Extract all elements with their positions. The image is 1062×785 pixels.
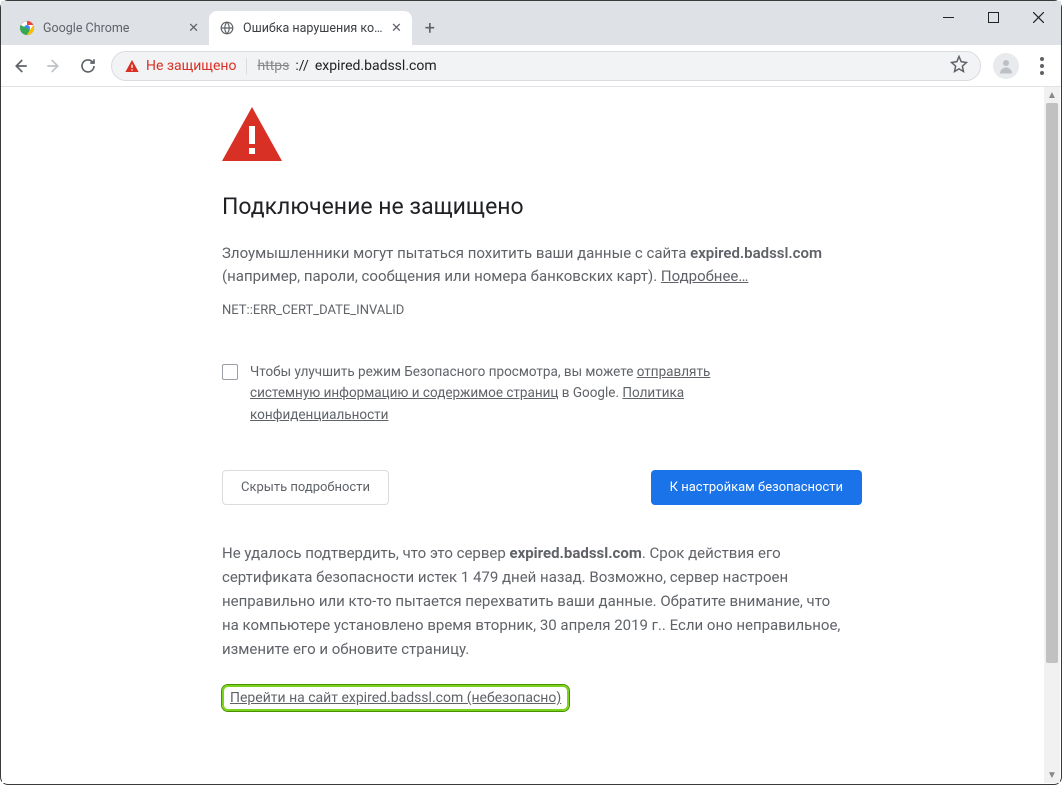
hide-details-button[interactable]: Скрыть подробности — [222, 470, 389, 505]
security-label: Не защищено — [146, 58, 236, 74]
tab-strip: Google Chrome ✕ Ошибка нарушения конфиде… — [1, 1, 444, 45]
reload-button[interactable] — [77, 55, 99, 77]
warning-paragraph: Злоумышленники могут пытаться похитить в… — [222, 242, 862, 289]
url-scheme: https — [257, 58, 289, 74]
toolbar: Не защищено https :// expired.badssl.com — [1, 45, 1061, 87]
url-sep: :// — [295, 58, 308, 74]
menu-button[interactable] — [1031, 55, 1053, 77]
scroll-up-icon[interactable]: ▲ — [1044, 87, 1060, 103]
title-bar: Google Chrome ✕ Ошибка нарушения конфиде… — [1, 1, 1061, 45]
tab-error-page[interactable]: Ошибка нарушения конфиденц ✕ — [209, 11, 412, 45]
back-button[interactable] — [9, 55, 31, 77]
safety-settings-button[interactable]: К настройкам безопасности — [651, 470, 862, 505]
proceed-unsafe-link[interactable]: Перейти на сайт expired.badssl.com (небе… — [222, 685, 569, 711]
tab-title: Ошибка нарушения конфиденц — [243, 21, 383, 36]
scrollbar-thumb[interactable] — [1046, 103, 1058, 663]
address-bar[interactable]: Не защищено https :// expired.badssl.com — [111, 51, 981, 81]
window-controls — [926, 1, 1061, 33]
tab-google-chrome[interactable]: Google Chrome ✕ — [9, 11, 209, 45]
tab-title: Google Chrome — [43, 21, 180, 36]
page-heading: Подключение не защищено — [222, 193, 862, 220]
opt-in-text: Чтобы улучшить режим Безопасного просмот… — [250, 362, 782, 427]
opt-in-checkbox[interactable] — [222, 364, 238, 380]
warning-triangle-icon — [222, 107, 862, 165]
error-code: NET::ERR_CERT_DATE_INVALID — [222, 303, 862, 318]
close-icon[interactable]: ✕ — [188, 21, 199, 36]
button-row: Скрыть подробности К настройкам безопасн… — [222, 470, 862, 505]
interstitial-page: Подключение не защищено Злоумышленники м… — [222, 87, 862, 711]
divider — [246, 58, 247, 74]
profile-avatar[interactable] — [993, 53, 1019, 79]
maximize-button[interactable] — [971, 1, 1016, 33]
close-button[interactable] — [1016, 1, 1061, 33]
globe-icon — [219, 20, 235, 36]
forward-button[interactable] — [43, 55, 65, 77]
security-indicator[interactable]: Не защищено — [124, 58, 236, 74]
scroll-down-icon[interactable]: ▼ — [1044, 767, 1060, 783]
minimize-button[interactable] — [926, 1, 971, 33]
url-host: expired.badssl.com — [315, 58, 437, 74]
learn-more-link[interactable]: Подробнее… — [661, 267, 749, 285]
star-icon[interactable] — [950, 55, 968, 77]
viewport: Подключение не защищено Злоумышленники м… — [2, 87, 1060, 783]
opt-in-row: Чтобы улучшить режим Безопасного просмот… — [222, 362, 782, 427]
scrollbar[interactable]: ▲ ▼ — [1044, 87, 1060, 783]
chrome-icon — [19, 20, 35, 36]
kebab-icon — [1040, 57, 1044, 75]
new-tab-button[interactable]: + — [416, 14, 444, 42]
details-paragraph: Не удалось подтвердить, что это сервер e… — [222, 541, 842, 661]
close-icon[interactable]: ✕ — [391, 21, 402, 36]
warning-icon — [124, 58, 140, 74]
